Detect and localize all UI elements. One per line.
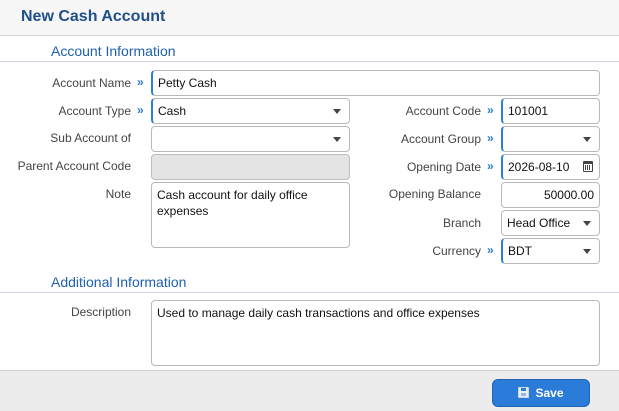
- currency-value: BDT: [508, 244, 532, 258]
- note-label: Note: [105, 187, 131, 201]
- save-button[interactable]: Save: [492, 379, 590, 407]
- section-title-additional-information: Additional Information: [51, 274, 187, 290]
- account-type-select[interactable]: Cash: [151, 98, 350, 124]
- page-title: New Cash Account: [21, 8, 166, 25]
- chevron-down-icon: [583, 221, 591, 226]
- calendar-icon[interactable]: [583, 161, 593, 172]
- chevron-down-icon: [583, 249, 591, 254]
- chevron-down-icon: [583, 137, 591, 142]
- section-divider: [0, 292, 619, 293]
- account-group-label: Account Group: [400, 132, 481, 146]
- save-button-label: Save: [535, 386, 564, 400]
- branch-label: Branch: [442, 216, 481, 230]
- account-name-label: Account Name: [52, 76, 131, 90]
- currency-select[interactable]: BDT: [501, 238, 600, 264]
- required-marker-icon: »: [137, 103, 144, 117]
- opening-date-value: 2026-08-10: [508, 160, 570, 174]
- account-type-value: Cash: [158, 104, 187, 118]
- sub-account-of-select[interactable]: [151, 126, 350, 152]
- opening-date-label: Opening Date: [406, 160, 481, 174]
- dialog-header: New Cash Account: [0, 0, 619, 36]
- account-name-input[interactable]: Petty Cash: [151, 70, 600, 96]
- dialog-footer: Save: [0, 370, 619, 411]
- note-textarea[interactable]: Cash account for daily office expenses: [151, 182, 350, 248]
- description-label: Description: [70, 305, 131, 319]
- section-divider: [0, 61, 619, 62]
- account-group-select[interactable]: [501, 126, 600, 152]
- opening-balance-input[interactable]: 50000.00: [501, 182, 600, 208]
- chevron-down-icon: [333, 109, 341, 114]
- currency-label: Currency: [432, 244, 481, 258]
- description-textarea[interactable]: Used to manage daily cash transactions a…: [151, 300, 600, 366]
- required-marker-icon: »: [487, 159, 494, 173]
- section-title-account-information: Account Information: [51, 43, 176, 59]
- required-marker-icon: »: [487, 131, 494, 145]
- floppy-disk-icon: [518, 387, 530, 398]
- opening-balance-label: Opening Balance: [388, 187, 481, 201]
- account-type-label: Account Type: [58, 104, 132, 118]
- account-code-label: Account Code: [405, 104, 481, 118]
- parent-account-code-label: Parent Account Code: [17, 159, 131, 173]
- account-code-input[interactable]: 101001: [501, 98, 600, 124]
- chevron-down-icon: [333, 137, 341, 142]
- branch-select[interactable]: Head Office: [501, 210, 600, 236]
- parent-account-code-input: [151, 154, 350, 180]
- required-marker-icon: »: [487, 243, 494, 257]
- required-marker-icon: »: [487, 103, 494, 117]
- branch-value: Head Office: [507, 216, 571, 230]
- opening-date-input[interactable]: 2026-08-10: [501, 154, 600, 180]
- sub-account-of-label: Sub Account of: [50, 131, 131, 145]
- required-marker-icon: »: [137, 75, 144, 89]
